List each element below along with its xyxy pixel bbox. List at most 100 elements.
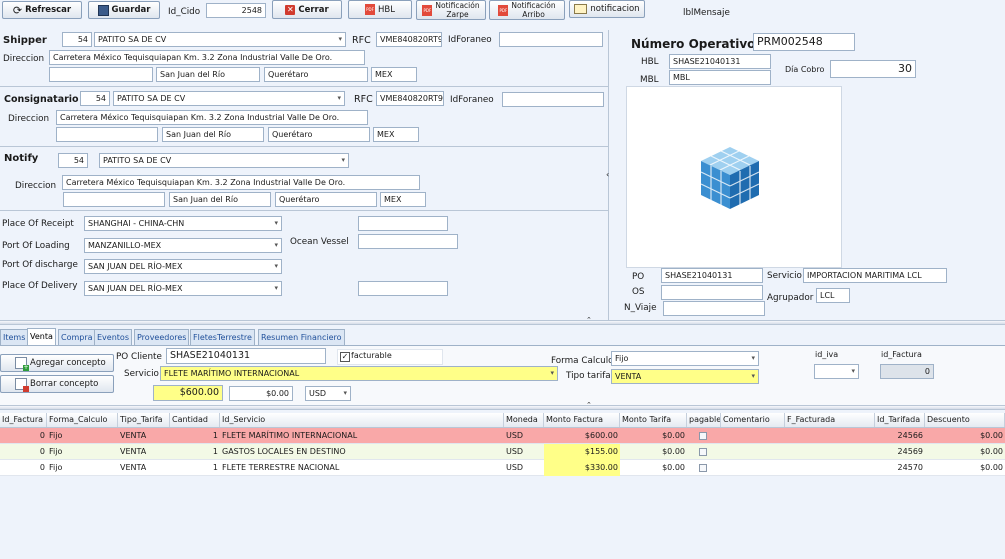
shipper-id-input[interactable]: 54: [62, 32, 92, 47]
shipper-country-input[interactable]: MEX: [371, 67, 417, 82]
notify-state-input[interactable]: Querétaro: [275, 192, 377, 207]
col-comentario[interactable]: Comentario: [721, 413, 785, 427]
logo-image-box: [626, 86, 842, 268]
col-id-factura[interactable]: Id_Factura: [0, 413, 47, 427]
hbl-input[interactable]: SHASE21040131: [669, 54, 771, 69]
col-forma-calculo[interactable]: Forma_Calculo: [47, 413, 118, 427]
consignee-address2-input[interactable]: [56, 127, 158, 142]
tab-venta[interactable]: Venta: [27, 328, 56, 345]
dia-cobro-input[interactable]: 30: [830, 60, 916, 78]
po-input[interactable]: SHASE21040131: [661, 268, 763, 283]
servicio-input[interactable]: IMPORTACION MARITIMA LCL: [803, 268, 947, 283]
add-concept-button[interactable]: + Agregar concepto: [0, 354, 114, 372]
tipo-tarifa-select[interactable]: VENTA ▾: [611, 369, 759, 384]
receipt-select[interactable]: SHANGHAI - CHINA-CHN ▾: [84, 216, 282, 231]
consignee-state-input[interactable]: Querétaro: [268, 127, 370, 142]
consignee-name-select[interactable]: PATITO SA DE CV ▾: [113, 91, 345, 106]
consignee-idforaneo-input[interactable]: [502, 92, 604, 107]
col-descuento[interactable]: Descuento: [925, 413, 1005, 427]
col-cantidad[interactable]: Cantidad: [170, 413, 220, 427]
agrupador-input[interactable]: LCL: [816, 288, 850, 303]
splitter-bottom[interactable]: [0, 405, 1005, 410]
cell-f-facturada: [785, 460, 875, 476]
collapse-handle[interactable]: ‹: [606, 170, 609, 179]
col-id-servicio[interactable]: Id_Servicio: [220, 413, 504, 427]
tab-eventos[interactable]: Eventos: [94, 329, 132, 345]
amount2-input[interactable]: $0.00: [229, 386, 293, 401]
tab-resumen-financiero[interactable]: Resumen Financiero: [258, 329, 345, 345]
id-cido-input[interactable]: 2548: [206, 3, 266, 18]
cell-f-facturada: [785, 444, 875, 460]
notify-city-input[interactable]: San Juan del Río: [169, 192, 271, 207]
tab-items[interactable]: Items: [0, 329, 29, 345]
col-monto-factura[interactable]: Monto Factura: [544, 413, 620, 427]
mbl-input[interactable]: MBL: [669, 70, 771, 85]
shipper-name-select[interactable]: PATITO SA DE CV ▾: [94, 32, 346, 47]
notify-zarpe-button[interactable]: PDF Notificación Zarpe: [416, 0, 486, 20]
forma-calculo-select[interactable]: Fijo ▾: [611, 351, 759, 366]
pagable-checkbox[interactable]: [699, 432, 707, 440]
nviaje-input[interactable]: [663, 301, 765, 316]
cell-tipo: VENTA: [120, 447, 147, 456]
close-button[interactable]: ✕ Cerrar: [272, 0, 342, 19]
cell-servicio: FLETE TERRESTRE NACIONAL: [222, 463, 340, 472]
save-button[interactable]: Guardar: [88, 1, 160, 19]
pagable-checkbox[interactable]: [699, 448, 707, 456]
refresh-button[interactable]: ⟳ Refrescar: [2, 1, 82, 19]
tab-compra[interactable]: Compra: [58, 329, 96, 345]
po-cliente-input[interactable]: SHASE21040131: [166, 348, 326, 364]
notify-address2-input[interactable]: [63, 192, 165, 207]
vessel-input[interactable]: [358, 234, 458, 249]
consignee-address-input[interactable]: Carretera México Tequisquiapan Km. 3.2 Z…: [56, 110, 368, 125]
id-iva-label: id_iva: [815, 350, 839, 359]
col-tipo-tarifa[interactable]: Tipo_Tarifa: [118, 413, 170, 427]
loading-label: Port Of Loading: [2, 241, 70, 251]
pagable-checkbox[interactable]: [699, 464, 707, 472]
shipper-state-input[interactable]: Querétaro: [264, 67, 368, 82]
col-monto-tarifa[interactable]: Monto Tarifa: [620, 413, 687, 427]
shipper-address2-input[interactable]: [49, 67, 153, 82]
delivery-extra-input[interactable]: [358, 281, 448, 296]
notification-button[interactable]: notificacion: [569, 0, 645, 18]
consignee-city-input[interactable]: San Juan del Río: [162, 127, 264, 142]
delete-concept-button[interactable]: Borrar concepto: [0, 375, 114, 393]
notify-address-input[interactable]: Carretera México Tequisquiapan Km. 3.2 Z…: [62, 175, 420, 190]
os-input[interactable]: [661, 285, 763, 300]
divider: [0, 86, 608, 87]
cell-forma: Fijo: [49, 431, 63, 440]
id-iva-select[interactable]: ▾: [814, 364, 859, 379]
col-moneda[interactable]: Moneda: [504, 413, 544, 427]
consignee-rfc-input[interactable]: VME840820RT9: [376, 91, 444, 106]
shipper-rfc-input[interactable]: VME840820RT9: [376, 32, 442, 47]
pdf-icon: PDF: [365, 4, 376, 15]
hbl-button[interactable]: PDF HBL: [348, 0, 412, 19]
id-factura-label: id_Factura: [881, 350, 922, 359]
op-number-input[interactable]: PRM002548: [753, 33, 855, 51]
shipper-address-input[interactable]: Carretera México Tequisquiapan Km. 3.2 Z…: [49, 50, 365, 65]
loading-select[interactable]: MANZANILLO-MEX ▾: [84, 238, 282, 253]
chevron-down-icon: ▾: [274, 262, 278, 270]
discharge-select[interactable]: SAN JUAN DEL RÍO-MEX ▾: [84, 259, 282, 274]
notify-id-input[interactable]: 54: [58, 153, 88, 168]
venta-servicio-select[interactable]: FLETE MARÍTIMO INTERNACIONAL ▾: [160, 366, 558, 381]
shipper-idforaneo-input[interactable]: [499, 32, 603, 47]
receipt-extra-input[interactable]: [358, 216, 448, 231]
delete-icon: [15, 378, 29, 392]
col-f-facturada[interactable]: F_Facturada: [785, 413, 875, 427]
shipper-city-input[interactable]: San Juan del Río: [156, 67, 260, 82]
notify-country-input[interactable]: MEX: [380, 192, 426, 207]
col-id-tarifada[interactable]: Id_Tarifada: [875, 413, 925, 427]
notify-name-select[interactable]: PATITO SA DE CV ▾: [99, 153, 349, 168]
splitter-top[interactable]: [0, 320, 1005, 325]
tab-proveedores[interactable]: Proveedores: [134, 329, 190, 345]
amount-input[interactable]: $600.00: [153, 385, 223, 401]
currency-select[interactable]: USD ▾: [305, 386, 351, 401]
check-icon: ✓: [340, 352, 350, 362]
consignee-id-input[interactable]: 54: [80, 91, 110, 106]
notify-arribo-button[interactable]: PDF Notificación Arribo: [489, 0, 565, 20]
consignee-country-input[interactable]: MEX: [373, 127, 419, 142]
delivery-select[interactable]: SAN JUAN DEL RÍO-MEX ▾: [84, 281, 282, 296]
facturable-checkbox[interactable]: ✓ facturable: [337, 349, 443, 365]
tab-fletes-terrestre[interactable]: FletesTerrestre: [190, 329, 255, 345]
col-pagable[interactable]: pagable: [687, 413, 721, 427]
